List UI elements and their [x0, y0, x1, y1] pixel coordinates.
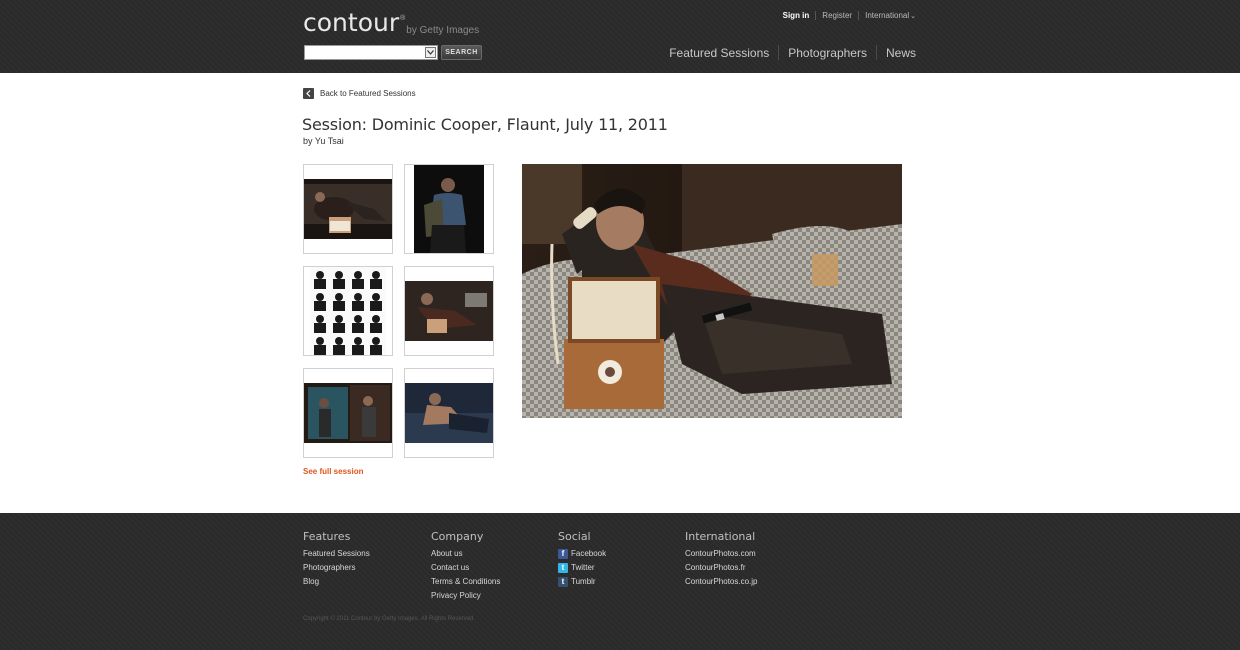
- international-menu[interactable]: International⌄: [865, 11, 916, 20]
- footer-features: Features Featured Sessions Photographers…: [303, 530, 370, 589]
- footer-link-twitter[interactable]: t Twitter: [558, 561, 606, 575]
- thumbnail-image: [405, 383, 493, 443]
- footer-link-facebook[interactable]: f Facebook: [558, 547, 606, 561]
- contour-logo[interactable]: contour ® by Getty Images: [303, 8, 479, 38]
- register-link[interactable]: Register: [822, 11, 852, 20]
- page-title: Session: Dominic Cooper, Flaunt, July 11…: [302, 115, 668, 134]
- logo-registered-mark: ®: [400, 15, 406, 22]
- session-thumbnail[interactable]: [404, 164, 494, 254]
- facebook-label: Facebook: [571, 549, 607, 558]
- logo-wordmark: contour: [303, 8, 400, 37]
- divider: [778, 45, 780, 60]
- session-thumbnail[interactable]: [404, 266, 494, 356]
- chevron-down-icon: [427, 50, 434, 55]
- site-header: contour ® by Getty Images SEARCH Sign in…: [0, 0, 1240, 73]
- footer-link[interactable]: Blog: [303, 575, 370, 589]
- account-links: Sign in Register International⌄: [783, 11, 916, 20]
- copyright-text: Copyright © 2011 Contour by Getty Images…: [303, 616, 476, 622]
- thumbnail-image: [304, 383, 392, 443]
- footer-link[interactable]: About us: [431, 547, 500, 561]
- footer-link[interactable]: Terms & Conditions: [431, 575, 500, 589]
- footer-heading: Features: [303, 530, 351, 543]
- footer-international: International ContourPhotos.com ContourP…: [685, 530, 758, 589]
- divider: [875, 45, 877, 60]
- main-nav: Featured Sessions Photographers News: [669, 45, 916, 60]
- divider: [858, 11, 860, 20]
- nav-featured-sessions[interactable]: Featured Sessions: [669, 46, 769, 60]
- footer-link[interactable]: Photographers: [303, 561, 370, 575]
- twitter-icon: t: [558, 563, 568, 573]
- nav-news[interactable]: News: [886, 46, 916, 60]
- footer-link[interactable]: ContourPhotos.co.jp: [685, 575, 758, 589]
- nav-photographers[interactable]: Photographers: [788, 46, 867, 60]
- footer-heading: Company: [431, 530, 484, 543]
- session-thumbnail[interactable]: [303, 266, 393, 356]
- thumbnail-image: [304, 179, 392, 239]
- footer-heading: Social: [558, 530, 591, 543]
- session-thumbnail[interactable]: [404, 368, 494, 458]
- session-thumbnail[interactable]: [303, 368, 393, 458]
- tumblr-label: Tumblr: [571, 577, 596, 586]
- chevron-down-icon: ⌄: [910, 13, 916, 20]
- footer-link[interactable]: Privacy Policy: [431, 589, 500, 603]
- search-input[interactable]: [304, 45, 438, 60]
- search-button[interactable]: SEARCH: [441, 45, 482, 60]
- footer-link[interactable]: ContourPhotos.com: [685, 547, 758, 561]
- footer-link[interactable]: ContourPhotos.fr: [685, 561, 758, 575]
- tumblr-icon: t: [558, 577, 568, 587]
- search-dropdown-toggle[interactable]: [425, 47, 436, 58]
- main-photo[interactable]: [522, 164, 902, 418]
- thumbnail-image: [405, 281, 493, 341]
- arrow-left-icon: [303, 88, 314, 99]
- twitter-label: Twitter: [571, 563, 595, 572]
- facebook-icon: f: [558, 549, 568, 559]
- footer-link[interactable]: Contact us: [431, 561, 500, 575]
- footer-link[interactable]: Featured Sessions: [303, 547, 370, 561]
- footer-heading: International: [685, 530, 756, 543]
- international-label: International: [865, 11, 910, 20]
- thumbnail-image: [310, 267, 386, 355]
- featured-image: [522, 164, 902, 418]
- photographer-byline[interactable]: by Yu Tsai: [303, 136, 344, 146]
- divider: [815, 11, 817, 20]
- site-footer: Features Featured Sessions Photographers…: [0, 513, 1240, 650]
- thumbnail-image: [414, 165, 484, 253]
- logo-by-getty: by Getty Images: [406, 25, 480, 36]
- session-thumbnail[interactable]: [303, 164, 393, 254]
- footer-social: Social f Facebook t Twitter t Tumblr: [558, 530, 606, 589]
- see-full-session-link[interactable]: See full session: [303, 467, 363, 476]
- footer-company: Company About us Contact us Terms & Cond…: [431, 530, 500, 603]
- footer-link-tumblr[interactable]: t Tumblr: [558, 575, 606, 589]
- back-to-featured-link[interactable]: Back to Featured Sessions: [303, 88, 416, 99]
- back-link-label: Back to Featured Sessions: [320, 89, 416, 98]
- sign-in-link[interactable]: Sign in: [783, 11, 810, 20]
